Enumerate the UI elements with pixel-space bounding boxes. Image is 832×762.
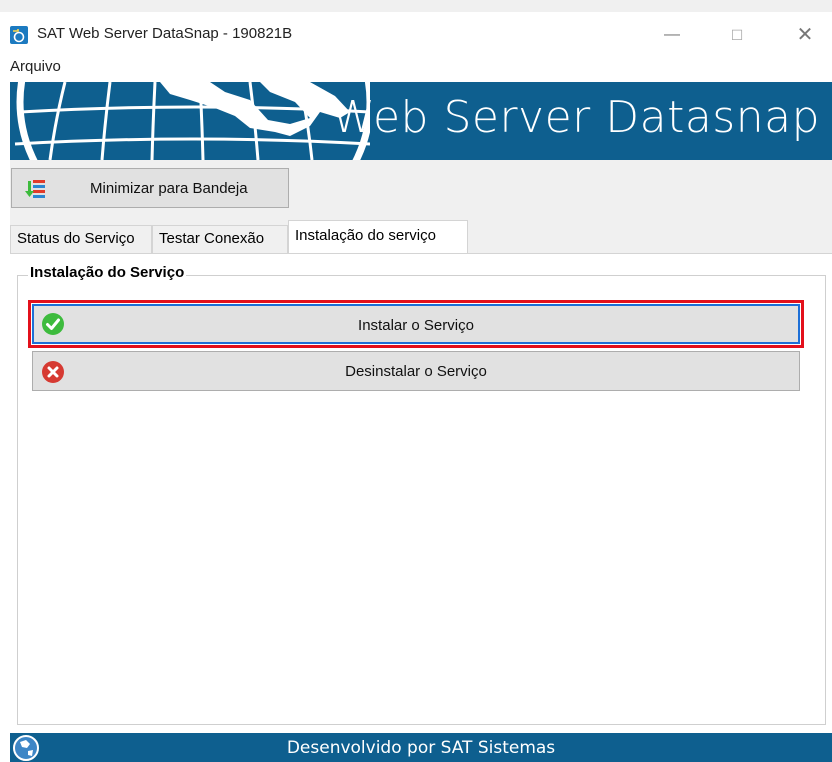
title-bar: SAT Web Server DataSnap - 190821B — ☐ ✕ xyxy=(0,12,832,52)
window-title: SAT Web Server DataSnap - 190821B xyxy=(37,25,293,42)
banner-title: Web Server Datasnap xyxy=(331,92,820,143)
tab-panel-instalacao: Instalação do Serviço Instalar o Serviço… xyxy=(10,253,832,734)
minimize-to-tray-button[interactable]: Minimizar para Bandeja xyxy=(11,168,289,208)
uninstall-service-button[interactable]: Desinstalar o Serviço xyxy=(32,351,800,391)
tab-instalacao-do-servico[interactable]: Instalação do serviço xyxy=(288,220,468,254)
globe-logo-icon xyxy=(14,82,370,160)
minimize-button[interactable]: — xyxy=(652,22,692,48)
app-icon xyxy=(10,26,28,44)
maximize-button[interactable]: ☐ xyxy=(717,22,757,48)
toolbar: Minimizar para Bandeja xyxy=(10,160,832,218)
footer-bar: Desenvolvido por SAT Sistemas xyxy=(10,733,832,762)
install-service-label: Instalar o Serviço xyxy=(358,317,474,334)
install-service-button[interactable]: Instalar o Serviço xyxy=(28,300,804,348)
header-banner: Web Server Datasnap xyxy=(10,82,832,160)
tab-testar-conexao[interactable]: Testar Conexão xyxy=(152,225,288,253)
uninstall-service-label: Desinstalar o Serviço xyxy=(345,363,487,380)
screen-top-strip xyxy=(0,0,832,12)
close-button[interactable]: ✕ xyxy=(785,22,825,48)
tab-strip: Status do Serviço Testar Conexão Instala… xyxy=(10,218,832,254)
minimize-to-tray-label: Minimizar para Bandeja xyxy=(90,180,248,197)
menu-item-arquivo[interactable]: Arquivo xyxy=(10,58,61,75)
group-title: Instalação do Serviço xyxy=(28,264,187,281)
tab-status-do-servico[interactable]: Status do Serviço xyxy=(10,225,152,253)
footer-text: Desenvolvido por SAT Sistemas xyxy=(286,738,556,758)
minimize-to-tray-icon xyxy=(25,180,45,198)
menu-bar: Arquivo xyxy=(0,52,832,82)
